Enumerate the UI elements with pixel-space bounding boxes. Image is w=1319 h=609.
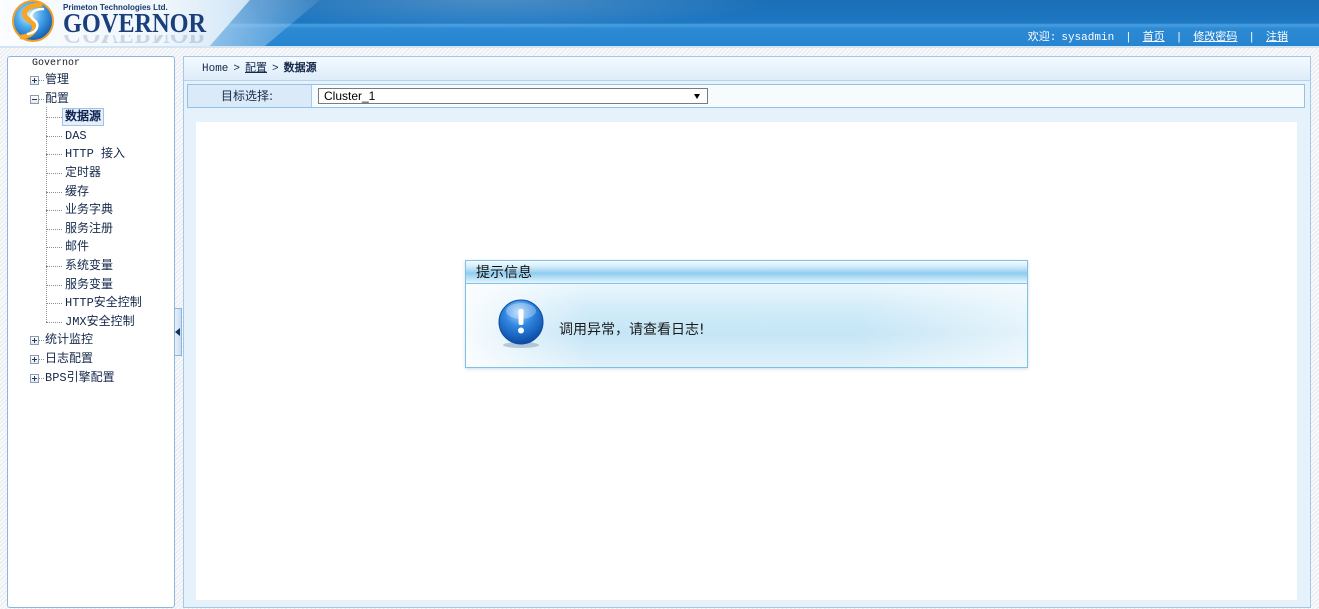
collapse-icon[interactable]: [30, 94, 39, 104]
header-bottom-line: [0, 46, 1319, 48]
tree-item-system-variables[interactable]: 系统变量: [8, 257, 172, 276]
tree-item-label[interactable]: 缓存: [65, 183, 89, 201]
tree-connector: [46, 265, 62, 267]
tree-node-label[interactable]: 统计监控: [45, 331, 93, 349]
tree-item-label[interactable]: HTTP 接入: [65, 145, 125, 163]
tree-item-label[interactable]: 定时器: [65, 164, 101, 182]
tree-item-http-security[interactable]: HTTP安全控制: [8, 294, 172, 313]
tree-item-label[interactable]: 系统变量: [65, 257, 113, 275]
tree-connector: [46, 154, 62, 156]
tree-item-timer[interactable]: 定时器: [8, 164, 172, 183]
tree-node-statistics-monitor[interactable]: 统计监控: [8, 331, 172, 350]
dialog-message: 调用异常，请查看日志!: [559, 322, 705, 338]
home-link[interactable]: 首页: [1143, 31, 1165, 45]
tree-root-label: Governor: [32, 58, 81, 69]
tree-connector: [46, 117, 62, 119]
tree-connector: [39, 358, 44, 360]
breadcrumb-bar: Home > 配置 > 数据源: [184, 57, 1310, 81]
expand-icon[interactable]: [30, 336, 39, 346]
expand-icon[interactable]: [30, 373, 39, 383]
tree-item-business-dict[interactable]: 业务字典: [8, 201, 172, 220]
tree-node-label[interactable]: BPS引擎配置: [45, 369, 115, 387]
product-name-reflection-text: GOVERNOR: [63, 35, 206, 46]
tree-item-jmx-security[interactable]: JMX安全控制: [8, 313, 172, 332]
app-header: Primeton Technologies Ltd. GOVERNOR GOVE…: [0, 0, 1319, 46]
welcome-label: 欢迎:: [1027, 32, 1057, 44]
link-separator: |: [1248, 32, 1255, 44]
dialog-title-bar: 提示信息: [466, 261, 1027, 284]
collapse-sidebar-handle[interactable]: [174, 308, 182, 356]
target-filter-row: 目标选择: Cluster_1: [187, 84, 1305, 108]
tree-item-cache[interactable]: 缓存: [8, 183, 172, 202]
navigation-tree-panel: Governor 管理 配置 数据源 DAS HTTP 接入 定时器 缓存 业务…: [7, 56, 175, 608]
tree-connector: [46, 228, 62, 230]
expand-icon[interactable]: [30, 76, 39, 85]
tree-item-service-registry[interactable]: 服务注册: [8, 220, 172, 239]
tree-connector: [39, 377, 44, 379]
tree-connector: [39, 340, 44, 342]
tree-node-label[interactable]: 配置: [45, 90, 69, 108]
breadcrumb-separator: >: [233, 63, 241, 75]
breadcrumb-separator: >: [272, 63, 279, 75]
target-select-value: Cluster_1: [324, 89, 376, 103]
tree-item-label[interactable]: 服务变量: [65, 276, 113, 294]
tree-item-label[interactable]: HTTP安全控制: [65, 294, 142, 312]
breadcrumb: Home > 配置 > 数据源: [202, 58, 317, 81]
tree-node-bps-engine-config[interactable]: BPS引擎配置: [8, 369, 172, 388]
tree-connector: [46, 303, 62, 305]
tree-node-management[interactable]: 管理: [8, 71, 172, 90]
primeton-logo-icon[interactable]: [9, 0, 57, 46]
tree-connector: [46, 321, 62, 323]
tree-item-label-selected[interactable]: 数据源: [62, 108, 105, 127]
tree-node-log-config[interactable]: 日志配置: [8, 350, 172, 369]
user-links: 欢迎: sysadmin | 首页 | 修改密码 | 注销: [1028, 31, 1288, 45]
tree-connector: [39, 98, 44, 100]
link-separator: |: [1125, 32, 1132, 44]
tree-item-label[interactable]: JMX安全控制: [65, 313, 135, 331]
product-name-reflection: GOVERNOR: [63, 35, 223, 46]
target-select-label: 目标选择:: [221, 89, 274, 103]
chevron-left-icon: [175, 328, 180, 336]
tree-item-label[interactable]: 业务字典: [65, 201, 113, 219]
product-name: GOVERNOR: [63, 8, 207, 38]
tree-item-label[interactable]: 邮件: [65, 238, 89, 256]
tree-node-label[interactable]: 日志配置: [45, 350, 93, 368]
tree-item-label[interactable]: 服务注册: [65, 220, 113, 238]
tree-connector: [39, 80, 44, 81]
tree-item-service-variables[interactable]: 服务变量: [8, 276, 172, 295]
tree-node-config[interactable]: 配置: [8, 90, 172, 109]
filter-label-cell: 目标选择:: [188, 85, 312, 107]
dialog-title: 提示信息: [476, 265, 532, 281]
tree-connector: [46, 247, 62, 249]
dropdown-arrow-icon[interactable]: [694, 94, 700, 99]
link-separator: |: [1175, 32, 1183, 44]
username: sysadmin: [1061, 32, 1115, 44]
tree-connector: [46, 172, 62, 174]
tree-item-http-access[interactable]: HTTP 接入: [8, 145, 172, 164]
navigation-tree: 管理 配置 数据源 DAS HTTP 接入 定时器 缓存 业务字典 服务注册 邮…: [8, 71, 172, 387]
breadcrumb-current: 数据源: [283, 63, 317, 75]
tree-connector: [46, 284, 62, 286]
tree-node-label[interactable]: 管理: [45, 71, 69, 89]
logout-link[interactable]: 注销: [1266, 31, 1288, 45]
breadcrumb-config-link[interactable]: 配置: [245, 63, 267, 75]
change-password-link[interactable]: 修改密码: [1193, 31, 1237, 45]
tree-connector: [46, 191, 62, 193]
tree-item-datasource[interactable]: 数据源: [8, 108, 172, 127]
expand-icon[interactable]: [30, 354, 39, 364]
dialog-body: [466, 284, 1027, 367]
breadcrumb-home-link[interactable]: Home: [202, 63, 228, 75]
header-shine: [260, 0, 780, 30]
tree-connector: [46, 210, 62, 212]
tree-item-das[interactable]: DAS: [8, 127, 172, 146]
tree-item-mail[interactable]: 邮件: [8, 238, 172, 257]
exclamation-icon: [496, 299, 546, 349]
target-select[interactable]: Cluster_1: [318, 88, 708, 104]
tree-connector: [46, 135, 62, 137]
tree-item-label[interactable]: DAS: [65, 127, 87, 145]
info-dialog: 提示信息 调用异常，请查看日志!: [465, 260, 1028, 368]
